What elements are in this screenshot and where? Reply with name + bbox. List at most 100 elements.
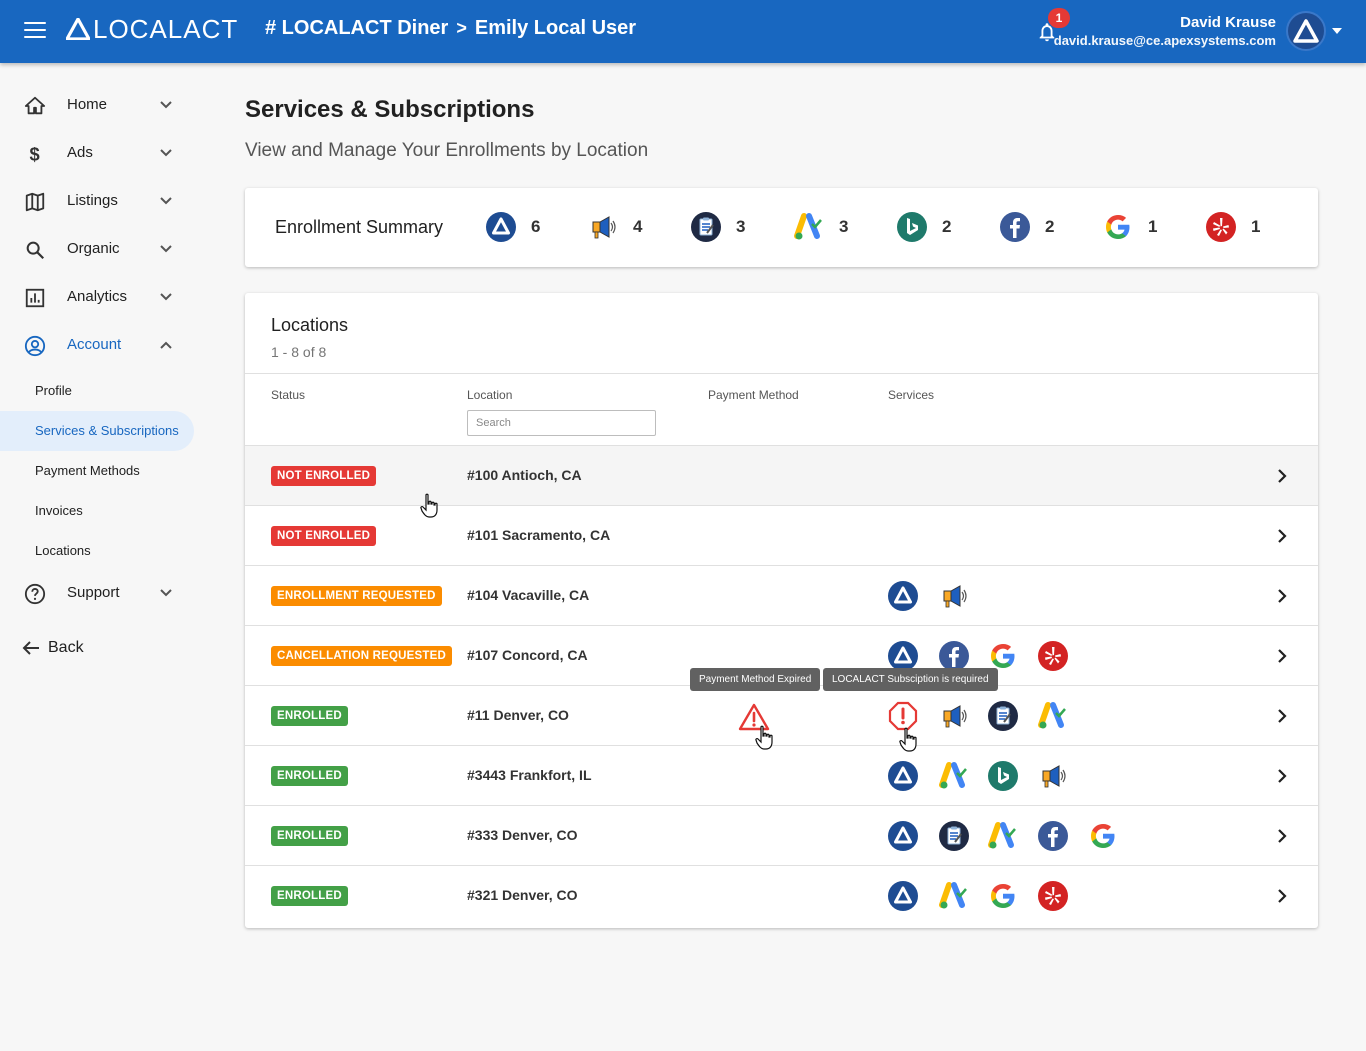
home-icon (24, 96, 46, 115)
sidebar-subitem-label: Invoices (35, 503, 83, 518)
google-ads-icon (1037, 700, 1069, 732)
sidebar-subitem-locations[interactable]: Locations (0, 531, 194, 571)
summary-item-google-ads[interactable]: 3 (793, 210, 848, 244)
chevron-right-icon[interactable] (1276, 768, 1288, 784)
localact-icon (887, 820, 919, 852)
chevron-right-icon[interactable] (1276, 708, 1288, 724)
hand-cursor-icon (755, 725, 773, 750)
avatar[interactable] (1286, 11, 1326, 51)
sidebar-item-analytics[interactable]: Analytics (0, 276, 200, 320)
payment-expired-tooltip: Payment Method Expired (690, 668, 821, 691)
sidebar-subitem-invoices[interactable]: Invoices (0, 491, 194, 531)
sidebar-subitem-profile[interactable]: Profile (0, 371, 194, 411)
google-ads-icon (793, 211, 825, 243)
chevron-right-icon[interactable] (1276, 528, 1288, 544)
table-row[interactable]: ENROLLED #333 Denver, CO (245, 805, 1318, 865)
status-badge: ENROLLED (271, 766, 348, 786)
summary-count: 1 (1148, 217, 1158, 236)
localact-icon (887, 760, 919, 792)
avatar-logo-icon (1293, 19, 1319, 43)
table-row[interactable]: ENROLLMENT REQUESTED #104 Vacaville, CA (245, 565, 1318, 625)
location-name: #107 Concord, CA (467, 647, 588, 663)
user-menu-caret-icon[interactable] (1332, 28, 1342, 34)
breadcrumb-user[interactable]: Emily Local User (475, 17, 636, 40)
summary-count: 2 (1045, 217, 1055, 236)
location-name: #333 Denver, CO (467, 827, 578, 843)
back-label: Back (48, 639, 84, 656)
chevron-right-icon[interactable] (1276, 468, 1288, 484)
clipboard-icon (987, 700, 1019, 732)
locations-title: Locations (271, 315, 349, 335)
summary-count: 6 (531, 217, 541, 236)
facebook-icon (1037, 820, 1069, 852)
column-header-location[interactable]: Location (467, 388, 512, 402)
user-email: david.krause@ce.apexsystems.com (1053, 33, 1276, 48)
table-row[interactable]: ENROLLED #3443 Frankfort, IL (245, 745, 1318, 805)
location-name: #101 Sacramento, CA (467, 527, 611, 543)
chevron-right-icon[interactable] (1276, 648, 1288, 664)
sidebar-item-organic[interactable]: Organic (0, 228, 200, 272)
summary-item-yelp[interactable]: 1 (1205, 210, 1260, 244)
google-icon (1102, 211, 1134, 243)
sidebar-item-home[interactable]: Home (0, 84, 200, 128)
summary-item-facebook[interactable]: 2 (999, 210, 1054, 244)
user-info[interactable]: David Krause david.krause@ce.apexsystems… (1054, 14, 1276, 49)
megaphone-icon (1037, 760, 1069, 792)
summary-item-google[interactable]: 1 (1102, 210, 1157, 244)
summary-count: 4 (633, 217, 643, 236)
summary-item-bing[interactable]: 2 (896, 210, 951, 244)
status-badge: ENROLLED (271, 706, 348, 726)
chevron-right-icon[interactable] (1276, 828, 1288, 844)
logo-mark-icon (66, 18, 90, 40)
google-icon (987, 880, 1019, 912)
sidebar-subitem-payment-methods[interactable]: Payment Methods (0, 451, 194, 491)
column-header-payment-method[interactable]: Payment Method (708, 388, 799, 402)
search-icon (26, 241, 45, 260)
sidebar-item-label: Home (67, 96, 108, 113)
locations-card: Locations 1 - 8 of 8 Status Location Pay… (245, 293, 1318, 928)
chevron-right-icon[interactable] (1276, 888, 1288, 904)
google-ads-icon (938, 880, 970, 912)
megaphone-icon (587, 211, 619, 243)
yelp-icon (1205, 211, 1237, 243)
summary-item-clipboard[interactable]: 3 (690, 210, 745, 244)
table-row[interactable]: NOT ENROLLED #100 Antioch, CA (245, 445, 1318, 505)
status-badge: NOT ENROLLED (271, 526, 377, 546)
svg-text:$: $ (30, 143, 40, 164)
table-row[interactable]: ENROLLED #11 Denver, CO (245, 685, 1318, 745)
menu-icon[interactable] (24, 22, 46, 40)
arrow-left-icon (22, 641, 39, 655)
summary-item-localact[interactable]: 6 (485, 210, 540, 244)
table-row[interactable]: NOT ENROLLED #101 Sacramento, CA (245, 505, 1318, 565)
sidebar-item-ads[interactable]: $ Ads (0, 132, 200, 176)
location-name: #104 Vacaville, CA (467, 587, 590, 603)
sidebar-item-account[interactable]: Account (0, 324, 200, 368)
localact-icon (887, 880, 919, 912)
bing-icon (987, 760, 1019, 792)
hand-cursor-icon (420, 493, 438, 518)
bing-icon (896, 211, 928, 243)
location-search-input[interactable] (467, 410, 656, 436)
status-badge: NOT ENROLLED (271, 466, 377, 486)
locations-range: 1 - 8 of 8 (271, 344, 327, 360)
sidebar-subitem-services-subscriptions[interactable]: Services & Subscriptions (0, 411, 194, 451)
breadcrumb-store[interactable]: # LOCALACT Diner (265, 17, 448, 40)
table-row[interactable]: ENROLLED #321 Denver, CO (245, 865, 1318, 925)
account-circle-icon (24, 335, 46, 357)
localact-icon (887, 580, 919, 612)
column-header-services[interactable]: Services (888, 388, 934, 402)
page-subtitle: View and Manage Your Enrollments by Loca… (245, 140, 649, 161)
sidebar-subitem-label: Payment Methods (35, 463, 140, 478)
sidebar-item-listings[interactable]: Listings (0, 180, 200, 224)
chevron-right-icon[interactable] (1276, 588, 1288, 604)
logo[interactable]: LOCALACT (66, 14, 238, 44)
chevron-down-icon (160, 197, 172, 205)
location-name: #321 Denver, CO (467, 887, 578, 903)
sidebar-item-support[interactable]: Support (0, 572, 200, 616)
back-button[interactable]: Back (22, 636, 84, 660)
sidebar-subitem-label: Services & Subscriptions (35, 423, 179, 438)
megaphone-icon (938, 700, 970, 732)
column-header-status[interactable]: Status (271, 388, 305, 402)
status-badge: ENROLLED (271, 826, 348, 846)
summary-item-megaphone[interactable]: 4 (587, 210, 642, 244)
